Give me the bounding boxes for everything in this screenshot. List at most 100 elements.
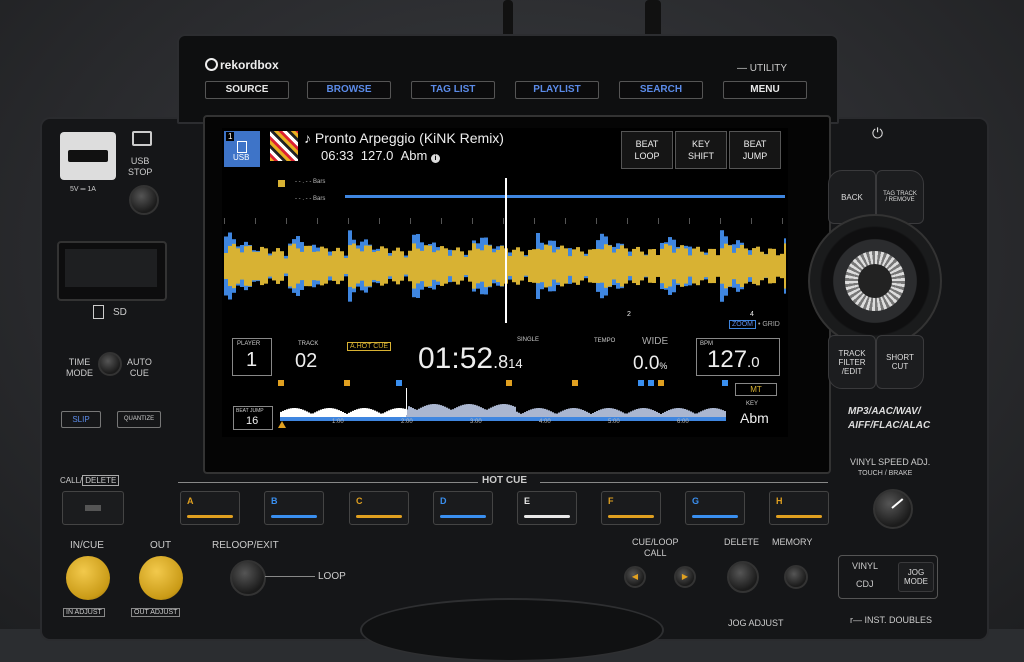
waveform-yellow-bar bbox=[352, 243, 356, 289]
overview-wave-bar bbox=[540, 408, 542, 417]
overview-cue-markers bbox=[278, 380, 728, 386]
reloop-exit-label: RELOOP/EXIT bbox=[212, 540, 279, 551]
sd-card-slot[interactable] bbox=[57, 241, 167, 301]
top-button-tag-list[interactable]: TAG LIST bbox=[411, 81, 495, 99]
track-meta: 06:33 127.0 Abm i bbox=[321, 148, 440, 163]
waveform-yellow-bar bbox=[476, 248, 480, 284]
time-mode-auto-cue-button[interactable] bbox=[98, 352, 122, 376]
waveform-yellow-bar bbox=[768, 248, 772, 284]
overview-wave-bar bbox=[350, 411, 352, 417]
beat-tick bbox=[317, 218, 318, 224]
track-label: TRACK bbox=[298, 341, 319, 347]
beat-loop-button[interactable]: BEAT LOOP bbox=[621, 131, 673, 169]
elapsed-time[interactable]: 01:52.814 bbox=[418, 342, 523, 376]
overview-wave-bar bbox=[474, 404, 476, 417]
hot-cue-pad-f[interactable]: F bbox=[601, 491, 661, 525]
hot-cue-pad-a[interactable]: A bbox=[180, 491, 240, 525]
vinyl-speed-label: VINYL SPEED ADJ. bbox=[850, 457, 931, 467]
rotary-selector[interactable] bbox=[808, 214, 942, 348]
call-delete-button[interactable] bbox=[62, 491, 124, 525]
out-button[interactable] bbox=[139, 556, 183, 600]
waveform-yellow-bar bbox=[464, 256, 468, 276]
overview-wave-bar bbox=[296, 408, 298, 417]
power-icon[interactable]: ⏻ bbox=[872, 125, 883, 142]
overview-wave-bar bbox=[454, 408, 456, 417]
hot-cue-pad-d[interactable]: D bbox=[433, 491, 493, 525]
usb-port[interactable] bbox=[60, 132, 116, 180]
usb-stop-button[interactable] bbox=[129, 185, 159, 215]
hot-cue-title: HOT CUE bbox=[482, 475, 527, 486]
zoom-grid-control[interactable]: ZOOM • GRID bbox=[729, 320, 780, 329]
brand-logo: rekordbox bbox=[205, 58, 279, 72]
beat-tick bbox=[751, 218, 752, 224]
overview-wave-bar bbox=[434, 404, 436, 417]
track-filter-edit-button[interactable]: TRACK FILTER /EDIT bbox=[828, 335, 876, 389]
cue-call-next-button[interactable]: ▶ bbox=[674, 566, 696, 588]
call-delete-label: CALL/DELETE bbox=[60, 475, 120, 486]
hot-cue-pad-h[interactable]: H bbox=[769, 491, 829, 525]
reloop-exit-button[interactable] bbox=[230, 560, 266, 596]
jog-wheel[interactable] bbox=[360, 598, 664, 662]
waveform-yellow-bar bbox=[396, 247, 400, 285]
overview-wave-bar bbox=[708, 408, 710, 417]
slip-button[interactable]: SLIP bbox=[61, 411, 101, 428]
jog-mode-button[interactable]: JOG MODE bbox=[898, 562, 934, 592]
waveform-yellow-bar bbox=[516, 247, 520, 285]
usb-slot bbox=[68, 150, 108, 162]
source-indicator[interactable]: 1 USB bbox=[224, 131, 260, 167]
info-icon[interactable]: i bbox=[430, 154, 440, 163]
overview-wave-bar bbox=[390, 409, 392, 417]
overview-wave-bar bbox=[352, 410, 354, 417]
waveform-yellow-bar bbox=[772, 248, 776, 284]
delete-button[interactable] bbox=[727, 561, 759, 593]
overview-wave-bar bbox=[438, 404, 440, 417]
overview-wave-bar bbox=[496, 405, 498, 417]
waveform-yellow-bar bbox=[648, 249, 652, 283]
hot-cue-pad-c[interactable]: C bbox=[349, 491, 409, 525]
short-cut-button[interactable]: SHORT CUT bbox=[876, 335, 924, 389]
hot-cue-pad-g[interactable]: G bbox=[685, 491, 745, 525]
overview-wave-bar bbox=[528, 410, 530, 417]
in-cue-button[interactable] bbox=[66, 556, 110, 600]
overview-wave-bar bbox=[458, 406, 460, 417]
overview-wave-bar bbox=[672, 408, 674, 417]
hot-cue-pad-e[interactable]: E bbox=[517, 491, 577, 525]
overview-waveform[interactable] bbox=[276, 375, 730, 435]
top-button-menu[interactable]: MENU bbox=[723, 81, 807, 99]
waveform-yellow-bar bbox=[556, 249, 560, 283]
beat-tick bbox=[255, 218, 256, 224]
memory-button[interactable] bbox=[784, 565, 808, 589]
top-button-source[interactable]: SOURCE bbox=[205, 81, 289, 99]
waveform-yellow-bar bbox=[224, 253, 228, 279]
overview-wave-bar bbox=[334, 408, 336, 417]
waveform-yellow-bar bbox=[784, 243, 786, 289]
cue-call-prev-button[interactable]: ◀ bbox=[624, 566, 646, 588]
overview-wave-bar bbox=[358, 408, 360, 417]
beat-tick bbox=[503, 218, 504, 224]
waveform-yellow-bar bbox=[372, 252, 376, 280]
overview-wave-bar bbox=[300, 409, 302, 417]
hot-cue-pad-b[interactable]: B bbox=[264, 491, 324, 525]
key-shift-button[interactable]: KEY SHIFT bbox=[675, 131, 727, 169]
overview-wave-bar bbox=[610, 408, 612, 417]
top-button-playlist[interactable]: PLAYLIST bbox=[515, 81, 599, 99]
waveform-yellow-bar bbox=[384, 248, 388, 284]
hot-cue-pad-label: C bbox=[356, 496, 363, 506]
overview-cue-marker bbox=[278, 380, 284, 386]
waveform-yellow-bar bbox=[436, 250, 440, 282]
overview-wave-bar bbox=[560, 411, 562, 417]
waveform-yellow-bar bbox=[508, 255, 512, 277]
quantize-button[interactable]: QUANTIZE bbox=[117, 411, 161, 428]
waveform-yellow-bar bbox=[624, 248, 628, 284]
beat-jump-button[interactable]: BEAT JUMP bbox=[729, 131, 781, 169]
overview-wave-bar bbox=[290, 408, 292, 417]
top-button-browse[interactable]: BROWSE bbox=[307, 81, 391, 99]
vinyl-speed-knob[interactable] bbox=[873, 489, 913, 529]
beat-tick bbox=[224, 218, 225, 224]
master-tempo-indicator[interactable]: MT bbox=[735, 383, 777, 396]
top-button-search[interactable]: SEARCH bbox=[619, 81, 703, 99]
waveform-yellow-bar bbox=[356, 248, 360, 284]
overview-wave-bar bbox=[542, 408, 544, 417]
overview-wave-bar bbox=[596, 410, 598, 417]
deck-number: 1 bbox=[226, 132, 235, 141]
